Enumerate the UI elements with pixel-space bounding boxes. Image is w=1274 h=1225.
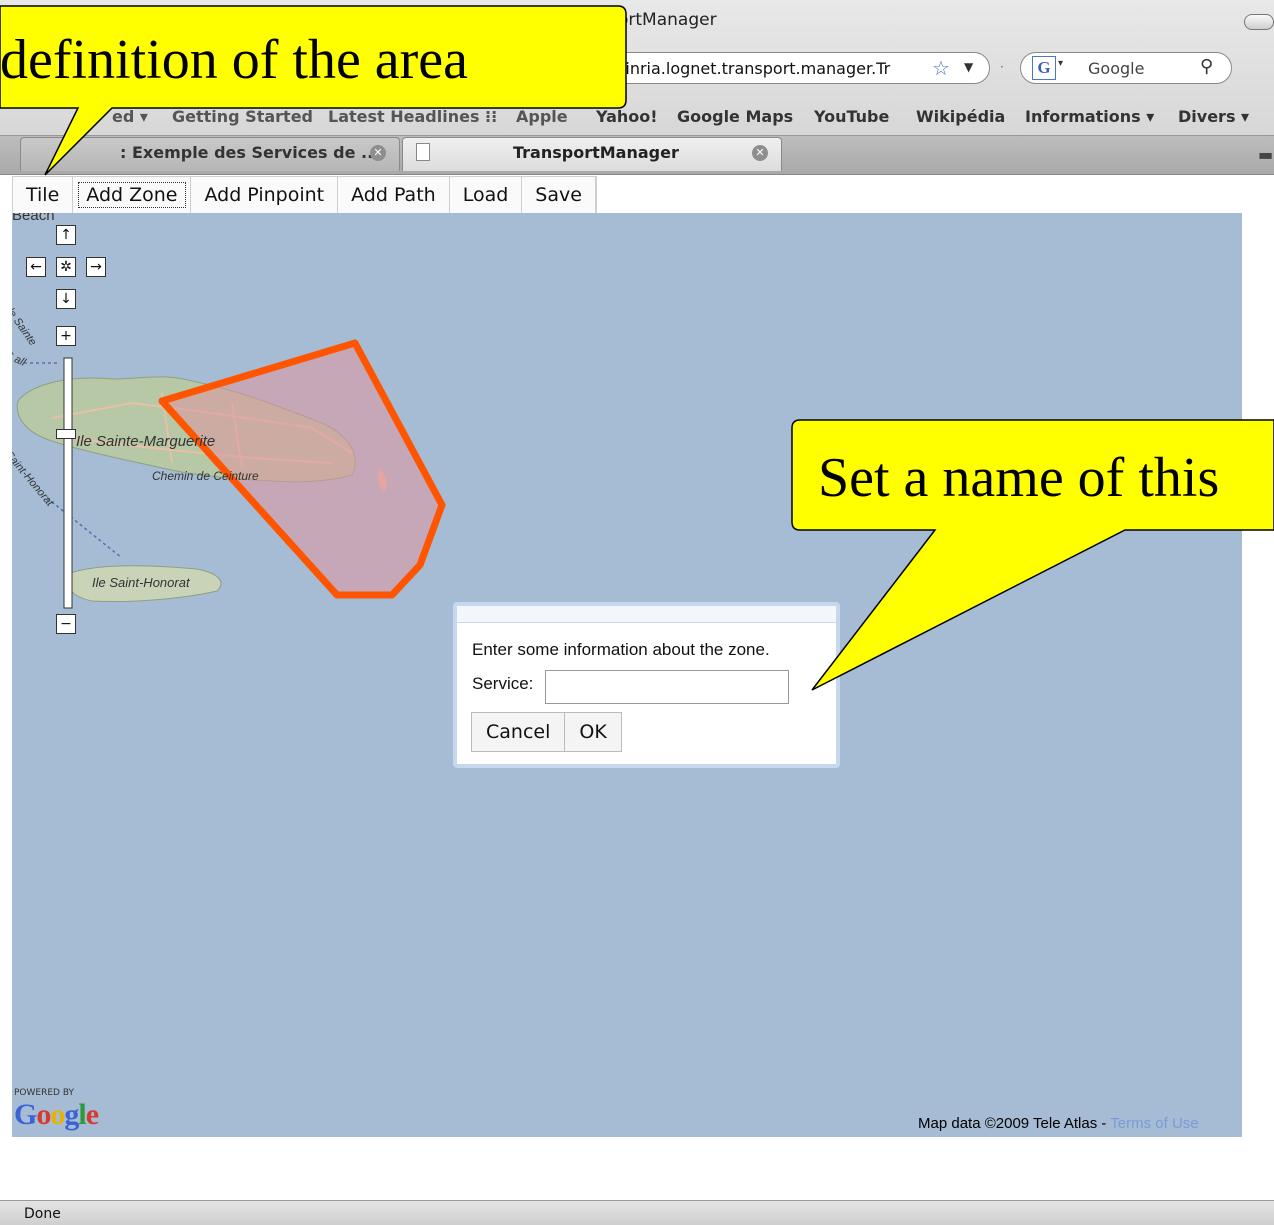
callout-right-text: Set a name of this: [818, 447, 1220, 509]
callout-top-text: definition of the area: [0, 29, 469, 91]
status-text: Done: [24, 1206, 61, 1222]
status-bar: [0, 1200, 1274, 1225]
callout-shapes: [0, 5, 1274, 691]
